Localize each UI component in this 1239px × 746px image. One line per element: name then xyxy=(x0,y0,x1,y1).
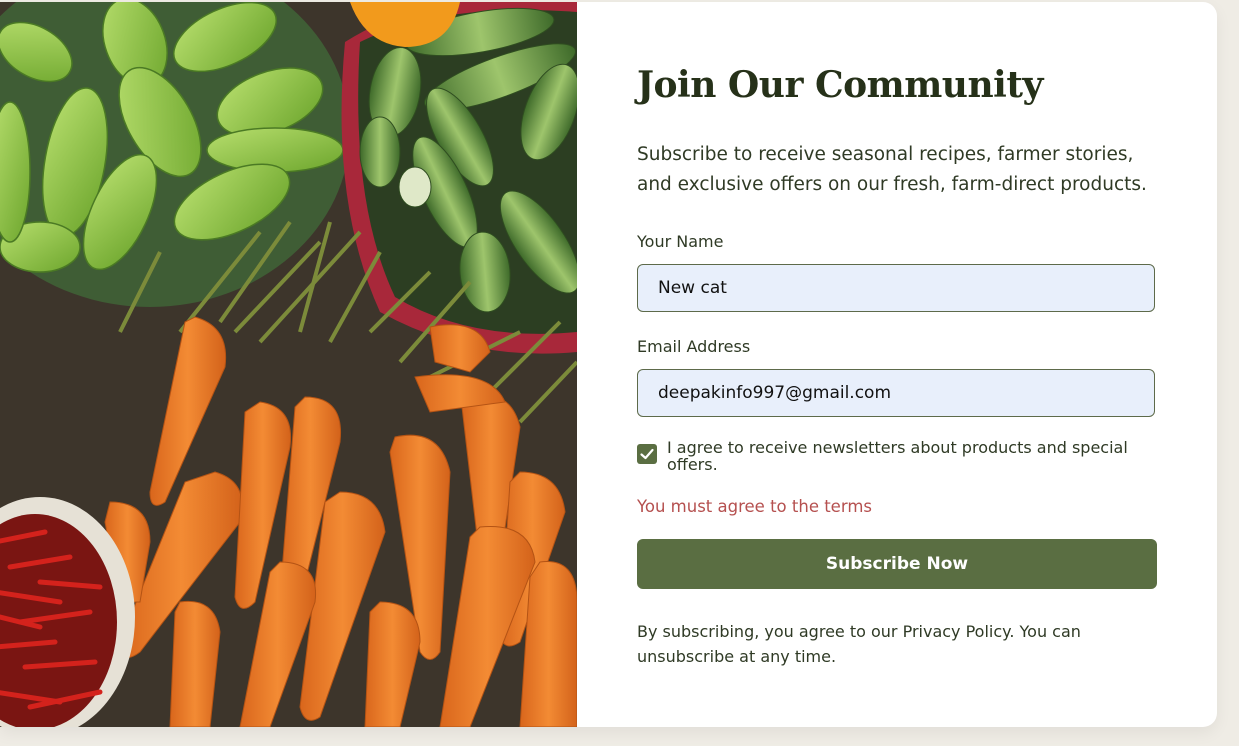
privacy-note: By subscribing, you agree to our Privacy… xyxy=(637,622,1081,666)
subscribe-button[interactable]: Subscribe Now xyxy=(637,539,1157,589)
intro-text: Subscribe to receive seasonal recipes, f… xyxy=(637,144,1147,195)
page-title: Join Our Community xyxy=(637,64,1043,106)
vegetable-photo xyxy=(0,2,577,727)
signup-card: Join Our Community Subscribe to receive … xyxy=(0,2,1217,727)
email-label: Email Address xyxy=(637,337,751,356)
name-input[interactable] xyxy=(637,264,1155,312)
terms-error-message: You must agree to the terms xyxy=(637,497,872,516)
check-icon xyxy=(640,448,654,460)
consent-checkbox[interactable] xyxy=(637,444,657,464)
name-label: Your Name xyxy=(637,232,724,251)
email-input[interactable] xyxy=(637,369,1155,417)
consent-label: I agree to receive newsletters about pro… xyxy=(667,438,1128,474)
